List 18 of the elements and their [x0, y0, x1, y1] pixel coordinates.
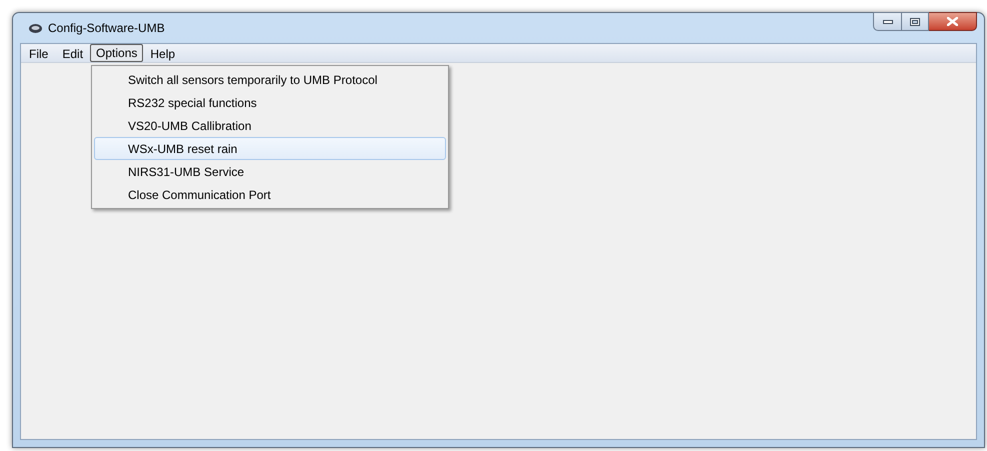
- menu-option[interactable]: NIRS31-UMB Service: [94, 160, 446, 183]
- menu-option[interactable]: VS20-UMB Callibration: [94, 114, 446, 137]
- menu-item[interactable]: Help: [143, 44, 182, 62]
- minimize-icon: [882, 20, 892, 24]
- menu-option[interactable]: Close Communication Port: [94, 183, 446, 206]
- close-icon: [947, 17, 958, 26]
- menu-option[interactable]: Switch all sensors temporarily to UMB Protocol: [94, 68, 446, 91]
- menu-option[interactable]: RS232 special functions: [94, 91, 446, 114]
- window-title: Config-Software-UMB: [48, 20, 165, 37]
- minimize-button[interactable]: [873, 12, 902, 31]
- app-icon: [29, 24, 42, 32]
- maximize-button[interactable]: [902, 12, 929, 31]
- menu-item[interactable]: Options: [90, 44, 144, 62]
- menu-option[interactable]: WSx-UMB reset rain: [94, 137, 446, 160]
- menu-item[interactable]: Edit: [55, 44, 90, 62]
- maximize-icon: [910, 18, 920, 26]
- close-button[interactable]: [929, 12, 977, 31]
- menu-item[interactable]: File: [22, 44, 56, 62]
